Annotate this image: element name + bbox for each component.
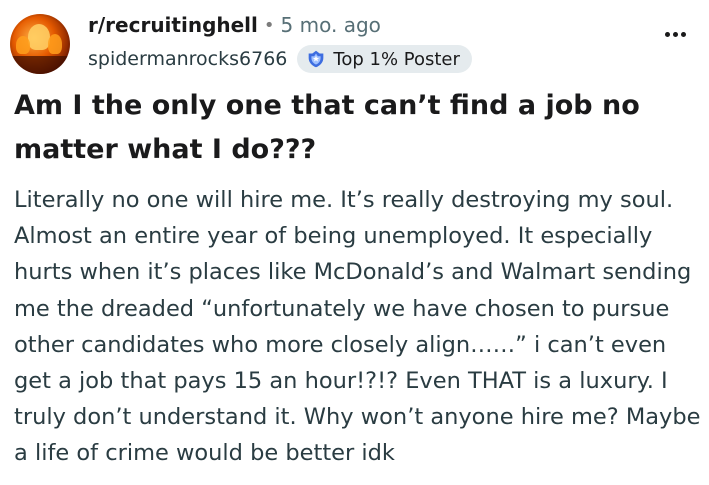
top-poster-icon xyxy=(309,50,324,68)
post-body: Literally no one will hire me. It’s real… xyxy=(14,187,701,467)
post-title[interactable]: Am I the only one that can’t find a job … xyxy=(14,84,664,172)
post-header: r/recruitinghell • 5 mo. ago spidermanro… xyxy=(10,8,700,78)
more-options-icon[interactable] xyxy=(660,22,690,46)
badge-label: Top 1% Poster xyxy=(333,48,460,70)
subreddit-avatar[interactable] xyxy=(10,14,70,74)
author-line: spidermanrocks6766 Top 1% Poster xyxy=(88,42,700,76)
avatar-flame xyxy=(16,36,30,54)
post-meta: r/recruitinghell • 5 mo. ago spidermanro… xyxy=(88,12,700,76)
top-poster-badge: Top 1% Poster xyxy=(297,45,472,73)
more-dot xyxy=(664,31,670,37)
meta-line: r/recruitinghell • 5 mo. ago xyxy=(88,12,700,38)
more-dot xyxy=(672,31,678,37)
post-time: 5 mo. ago xyxy=(280,13,381,37)
avatar-ground xyxy=(10,56,70,74)
reddit-post: r/recruitinghell • 5 mo. ago spidermanro… xyxy=(0,0,709,485)
more-dot xyxy=(680,31,686,37)
separator-dot: • xyxy=(263,14,275,36)
subreddit-link[interactable]: r/recruitinghell xyxy=(88,13,258,37)
avatar-flame xyxy=(28,24,50,50)
author-username[interactable]: spidermanrocks6766 xyxy=(88,48,287,70)
avatar-flame xyxy=(48,34,62,54)
